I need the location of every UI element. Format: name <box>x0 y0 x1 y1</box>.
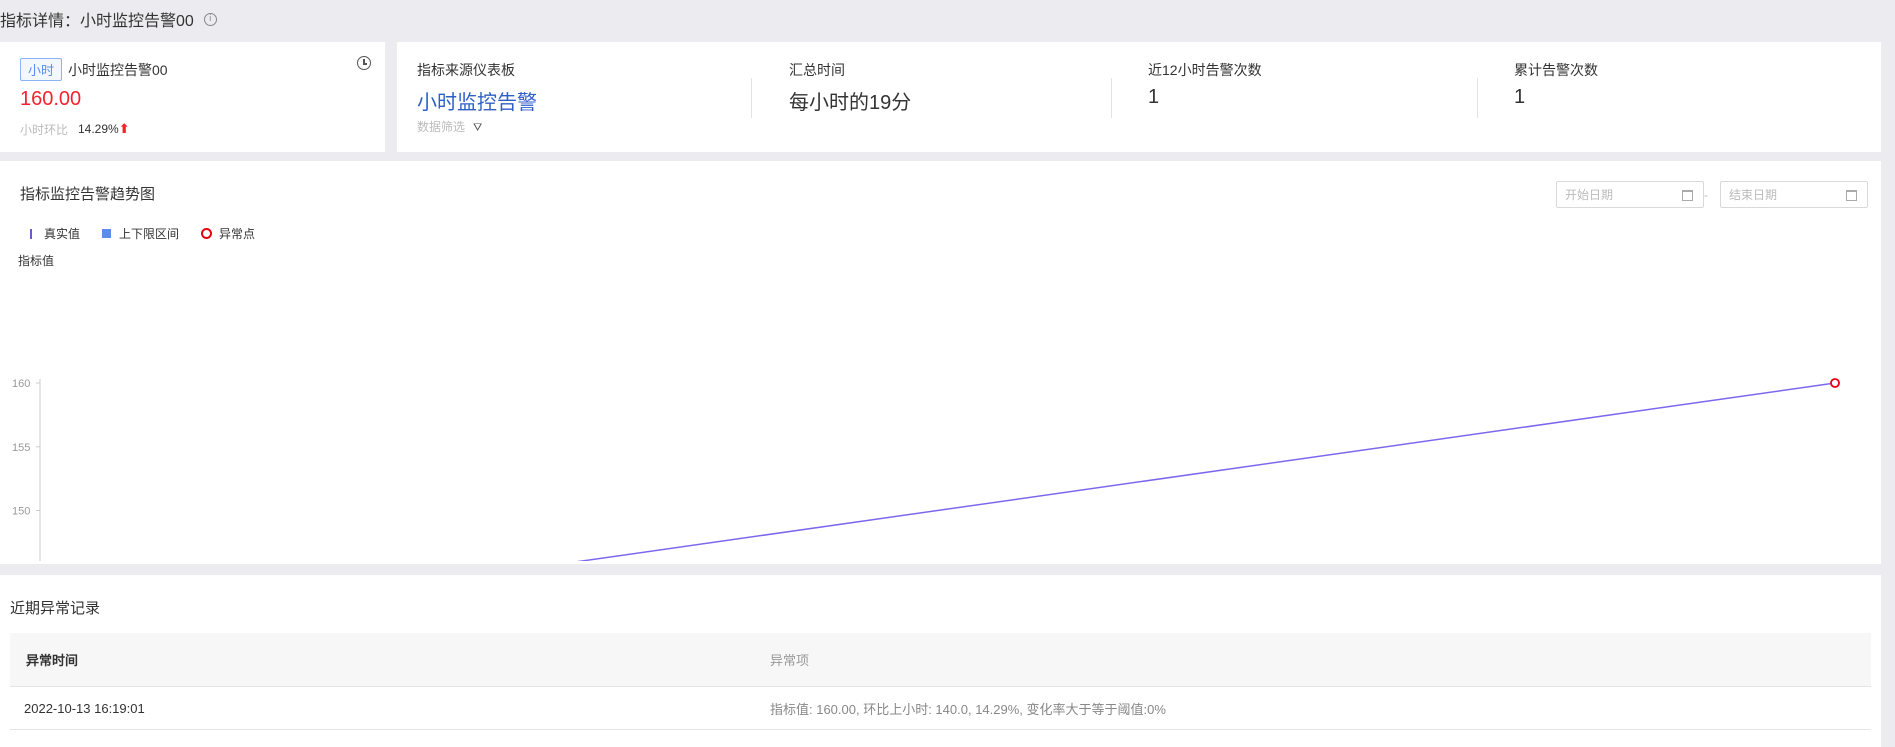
page-title-text: 指标详情：小时监控告警00 <box>0 13 194 30</box>
end-date-picker[interactable] <box>1720 181 1868 208</box>
filter-icon[interactable]: ⛛ <box>473 122 482 135</box>
recent-anomaly-records: 近期异常记录 异常时间 异常项 2022-10-13 16:19:01 指标值:… <box>0 575 1881 747</box>
period-tag: 小时 <box>20 58 63 81</box>
calendar-icon[interactable] <box>1682 190 1693 201</box>
stat-total-alerts-label: 累计告警次数 <box>1514 62 1598 78</box>
chart-title: 指标监控告警趋势图 <box>20 186 156 203</box>
cell-anomaly-item: 指标值: 160.00, 环比上小时: 140.0, 14.29%, 变化率大于… <box>770 686 1871 730</box>
trend-chart-card: 指标监控告警趋势图 - 真实值 上下限区间 异常点 指标值 1401451501… <box>0 161 1881 564</box>
metric-stats-card: 指标来源仪表板 小时监控告警 数据筛选 ⛛ 汇总时间 每小时的19分 近12小时告… <box>397 42 1881 152</box>
stat-divider <box>1111 78 1112 118</box>
ratio-label: 小时环比 <box>20 123 69 137</box>
ratio-value-text: 14.29% <box>78 122 119 136</box>
y-tick-label: 150 <box>12 506 30 518</box>
table-header-row: 异常时间 异常项 <box>10 633 1871 687</box>
data-filter[interactable]: 数据筛选 ⛛ <box>417 118 482 135</box>
legend-item-bounds[interactable]: 上下限区间 <box>102 225 179 242</box>
y-tick-label: 155 <box>12 442 30 454</box>
source-dashboard-link[interactable]: 小时监控告警 <box>417 86 537 115</box>
legend-label: 真实值 <box>44 227 81 241</box>
data-filter-label: 数据筛选 <box>417 120 466 134</box>
legend-label: 上下限区间 <box>119 227 180 241</box>
anomaly-point <box>1830 378 1840 388</box>
y-tick-label: 160 <box>12 378 30 390</box>
series-line-真实值 <box>576 382 1836 561</box>
records-table: 异常时间 异常项 2022-10-13 16:19:01 指标值: 160.00… <box>10 633 1871 730</box>
stat-divider <box>751 78 752 118</box>
stat-total-alerts-value: 1 <box>1514 86 1526 108</box>
calendar-icon[interactable] <box>1846 190 1857 201</box>
page-title: 指标详情：小时监控告警00 i <box>0 7 217 31</box>
up-arrow-icon: ⬆ <box>118 121 130 136</box>
clock-icon[interactable] <box>357 56 371 70</box>
stat-recent-alerts-label: 近12小时告警次数 <box>1148 62 1262 78</box>
info-icon[interactable]: i <box>203 12 217 26</box>
stat-recent-alerts-value: 1 <box>1148 86 1160 108</box>
stat-summary-time-label: 汇总时间 <box>789 62 845 78</box>
stat-source-label: 指标来源仪表板 <box>417 62 515 78</box>
stat-summary-time-value: 每小时的19分 <box>789 92 912 114</box>
records-title: 近期异常记录 <box>10 600 101 617</box>
legend-circle-swatch <box>201 228 213 239</box>
legend-item-anomaly[interactable]: 异常点 <box>201 225 255 242</box>
table-row[interactable]: 2022-10-13 16:19:01 指标值: 160.00, 环比上小时: … <box>10 686 1871 730</box>
ratio-value: 14.29%⬆ <box>78 121 130 137</box>
legend-label: 异常点 <box>219 227 256 241</box>
legend-square-swatch <box>102 229 112 238</box>
metric-summary-card: 小时 小时监控告警00 160.00 小时环比 14.29%⬆ <box>0 42 385 152</box>
end-date-input[interactable] <box>1721 182 1847 207</box>
legend-line-swatch <box>30 228 32 239</box>
start-date-picker[interactable] <box>1556 181 1704 208</box>
date-range-separator: - <box>1704 188 1708 202</box>
metric-name: 小时监控告警00 <box>68 62 168 78</box>
start-date-input[interactable] <box>1557 182 1683 207</box>
column-header-time: 异常时间 <box>10 633 770 687</box>
chart-legend: 真实值 上下限区间 异常点 <box>30 225 277 242</box>
legend-item-actual[interactable]: 真实值 <box>30 225 80 242</box>
column-header-item: 异常项 <box>770 633 1871 687</box>
metric-value: 160.00 <box>20 88 82 110</box>
trend-chart-plot: 1401451501551602022-10-132022-10-13 <box>12 378 1840 561</box>
cell-anomaly-time: 2022-10-13 16:19:01 <box>10 686 770 730</box>
stat-divider <box>1477 78 1478 118</box>
